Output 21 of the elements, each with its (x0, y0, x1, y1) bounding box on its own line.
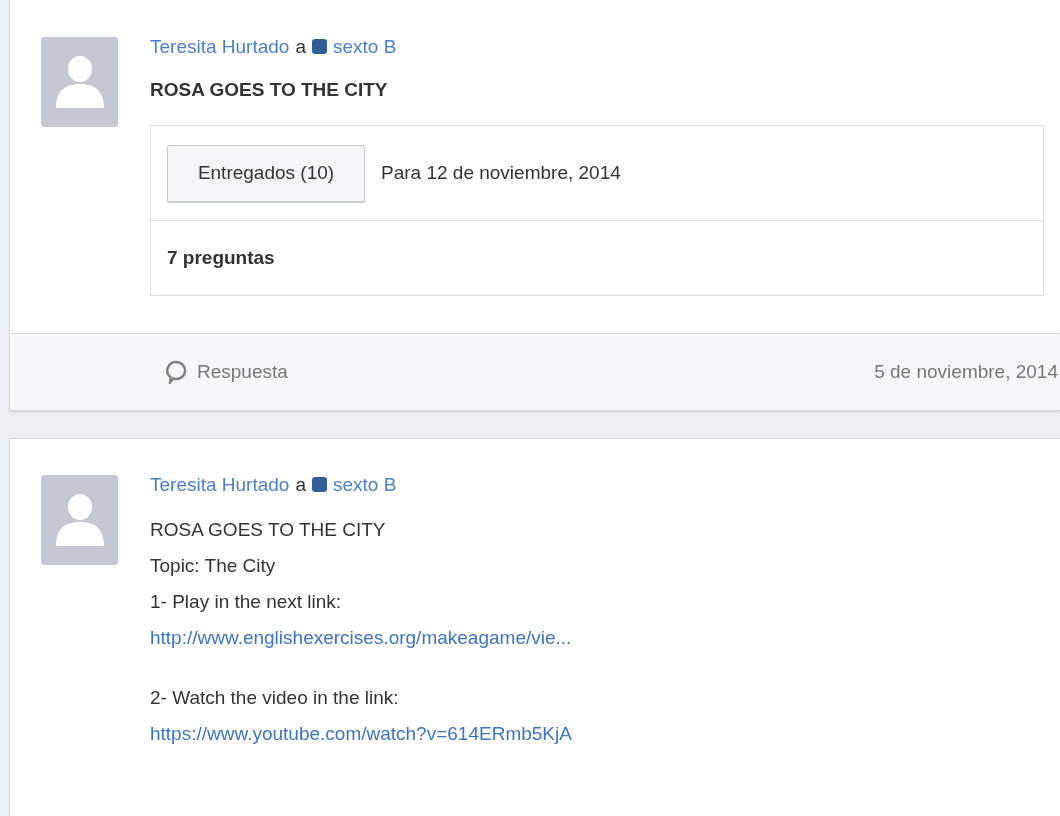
group-link[interactable]: sexto B (333, 37, 397, 56)
connector-text: a (295, 475, 306, 494)
post-text: 2- Watch the video in the link: (150, 686, 399, 710)
post-text: Topic: The City (150, 554, 276, 578)
due-date: Para 12 de noviembre, 2014 (381, 160, 621, 185)
post-date: 5 de noviembre, 2014 (874, 359, 1058, 384)
comment-icon (165, 360, 187, 384)
group-link[interactable]: sexto B (333, 475, 397, 494)
question-count: 7 preguntas (167, 245, 275, 270)
author-link[interactable]: Teresita Hurtado (150, 475, 290, 494)
author-link[interactable]: Teresita Hurtado (150, 37, 290, 56)
post-title: ROSA GOES TO THE CITY (150, 80, 389, 99)
group-icon (312, 39, 327, 54)
post-text: ROSA GOES TO THE CITY (150, 518, 386, 542)
reply-button[interactable]: Respuesta (165, 357, 288, 387)
connector-text: a (295, 37, 306, 56)
post-link[interactable]: https://www.youtube.com/watch?v=614ERmb5KjA (150, 716, 572, 752)
group-icon (312, 477, 327, 492)
post-link[interactable]: http://www.englishexercises.org/makeagame/vie... (150, 620, 572, 656)
post-text: 1- Play in the next link: (150, 590, 342, 614)
submissions-button[interactable]: Entregados (10) (167, 144, 365, 202)
